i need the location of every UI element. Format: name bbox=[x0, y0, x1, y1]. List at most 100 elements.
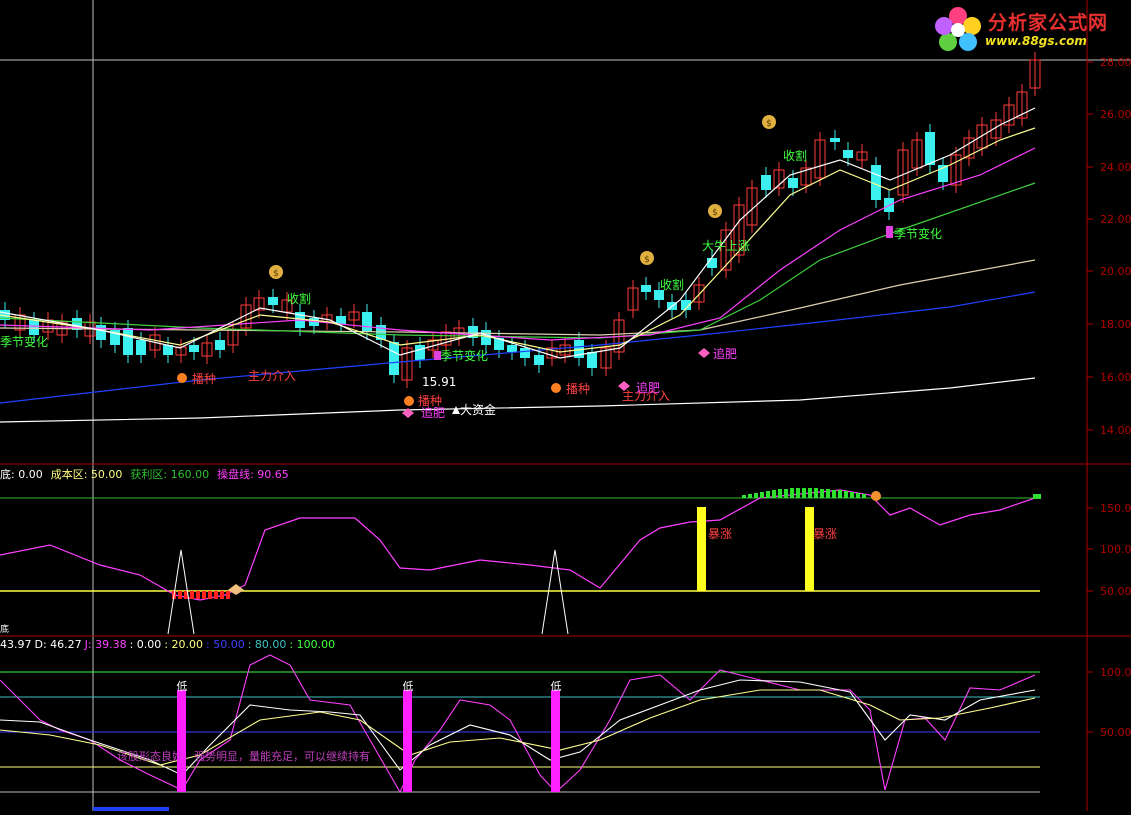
logo-url: www.88gs.com bbox=[985, 34, 1087, 48]
green-bar bbox=[748, 494, 752, 498]
green-bar bbox=[778, 489, 782, 498]
label-zhuli: 主力介入 bbox=[248, 369, 296, 383]
label-shouge: 收割 bbox=[660, 277, 684, 292]
candle-down bbox=[788, 178, 798, 188]
price-axis-label: 26.00 bbox=[1100, 108, 1131, 121]
money-bag-glyph: $ bbox=[712, 208, 718, 218]
candle-down bbox=[136, 340, 146, 355]
candle-down bbox=[641, 285, 651, 292]
red-bar bbox=[190, 591, 194, 599]
panel3-legend-item: D: 46.27 bbox=[34, 638, 82, 651]
red-bar bbox=[196, 591, 200, 599]
label-shouge: 收割 bbox=[287, 291, 311, 306]
logo-title: 分析家公式网 bbox=[988, 12, 1109, 34]
low-label: 低 bbox=[551, 680, 562, 693]
seed-icon bbox=[404, 396, 414, 406]
seed-icon bbox=[551, 383, 561, 393]
green-bar bbox=[844, 491, 848, 498]
green-bar bbox=[742, 495, 746, 498]
candle-down bbox=[29, 320, 39, 335]
panel3-legend-item: : 20.00 bbox=[164, 638, 204, 651]
panel3-axis-label: 100.00 bbox=[1100, 666, 1131, 679]
label-zhuifei: 追肥 bbox=[636, 380, 660, 395]
label-zhuifei: 追肥 bbox=[421, 405, 445, 420]
green-bar bbox=[760, 492, 764, 498]
label-bozhong: 播种 bbox=[192, 372, 216, 386]
low-signal-bar bbox=[551, 690, 560, 792]
spike-line bbox=[541, 549, 569, 635]
red-bar bbox=[202, 591, 206, 599]
flower-logo-icon bbox=[935, 7, 981, 51]
red-bar bbox=[220, 591, 224, 599]
green-bar bbox=[772, 490, 776, 498]
label-low-price: 15.91 bbox=[422, 375, 456, 389]
yellow-bar bbox=[805, 507, 814, 591]
site-logo: 分析家公式网 www.88gs.com bbox=[930, 4, 1126, 54]
candle-down bbox=[189, 345, 199, 352]
panel3-legend-item: 43.97 bbox=[0, 638, 32, 651]
label-daniu: 大牛上涨 bbox=[702, 238, 750, 253]
candle-down bbox=[520, 348, 530, 358]
panel3-legend-item: : 100.00 bbox=[289, 638, 336, 651]
label-baozhang: 暴涨 bbox=[813, 526, 837, 541]
candle-down bbox=[830, 138, 840, 142]
green-bar bbox=[850, 492, 854, 498]
candle-down bbox=[215, 340, 225, 350]
stock-chart-window: 28.00 26.00 24.00 22.00 20.00 18.00 16.00 14.00… bbox=[0, 0, 1131, 811]
price-axis-label: 28.00 bbox=[1100, 56, 1131, 69]
candle-down bbox=[925, 132, 935, 165]
green-bar bbox=[820, 489, 824, 498]
price-axis-label: 20.00 bbox=[1100, 265, 1131, 278]
candle-down bbox=[123, 328, 133, 355]
yellow-bar bbox=[697, 507, 706, 591]
operation-line bbox=[0, 489, 1036, 601]
season-marker-icon bbox=[434, 351, 441, 360]
label-dazijin: 大资金 bbox=[460, 402, 496, 417]
green-bar bbox=[808, 488, 812, 498]
label-bozhong: 播种 bbox=[566, 382, 590, 396]
panel3-legend: 43.97 D: 46.27 J: 39.38: 0.00: 20.00: 50.0… bbox=[0, 638, 338, 651]
green-bar bbox=[766, 491, 770, 498]
green-bar bbox=[796, 488, 800, 498]
green-bar bbox=[838, 490, 842, 498]
label-shouge: 收割 bbox=[783, 148, 807, 163]
seed-icon bbox=[177, 373, 187, 383]
label-jijie: 季节变化 bbox=[440, 348, 488, 363]
label-baozhang: 暴涨 bbox=[708, 526, 732, 541]
candle-down bbox=[336, 316, 346, 324]
red-bar bbox=[214, 591, 218, 599]
label-jijie: 季节变化 bbox=[0, 334, 48, 349]
price-axis-label: 14.00 bbox=[1100, 424, 1131, 437]
panel3-legend-item: : 50.00 bbox=[206, 638, 245, 651]
red-bar bbox=[208, 591, 212, 599]
panel3-legend-item: : 0.00 bbox=[129, 638, 162, 651]
green-bar bbox=[802, 488, 806, 498]
scroll-thumb bbox=[93, 807, 169, 811]
price-axis-label: 24.00 bbox=[1100, 161, 1131, 174]
season-marker-icon bbox=[886, 226, 893, 238]
green-bar bbox=[856, 493, 860, 498]
low-signal-bar bbox=[403, 690, 412, 792]
panel2-legend-item: 成本区: 50.00 bbox=[50, 468, 123, 481]
label-zhuifei: 追肥 bbox=[713, 346, 737, 361]
ma-yellow-line bbox=[0, 127, 1036, 353]
candle-down bbox=[534, 355, 544, 365]
candle-down bbox=[415, 345, 425, 360]
candle-down bbox=[96, 325, 106, 340]
green-bar bbox=[814, 488, 818, 498]
candle-down bbox=[761, 175, 771, 190]
panel2-axis-label: 100.00 bbox=[1100, 543, 1131, 556]
ma-short-white-line bbox=[0, 107, 1036, 359]
hand-icon bbox=[228, 584, 244, 595]
price-axis-label: 18.00 bbox=[1100, 318, 1131, 331]
low-signal-bar bbox=[177, 690, 186, 792]
panel3-legend-item: : 80.00 bbox=[247, 638, 287, 651]
candle-down bbox=[268, 297, 278, 305]
kdj-j-line bbox=[0, 654, 1036, 794]
chart-canvas[interactable]: 28.00 26.00 24.00 22.00 20.00 18.00 16.00 14.00… bbox=[0, 0, 1131, 811]
end-marker bbox=[1033, 494, 1041, 499]
low-label: 低 bbox=[403, 680, 414, 693]
kdj-note: 该股形态良好，强势明显，量能充足，可以继续持有 bbox=[117, 749, 370, 763]
panel2-axis-label: 150.00 bbox=[1100, 502, 1131, 515]
panel2-legend-item: 获利区: 160.00 bbox=[130, 468, 210, 481]
